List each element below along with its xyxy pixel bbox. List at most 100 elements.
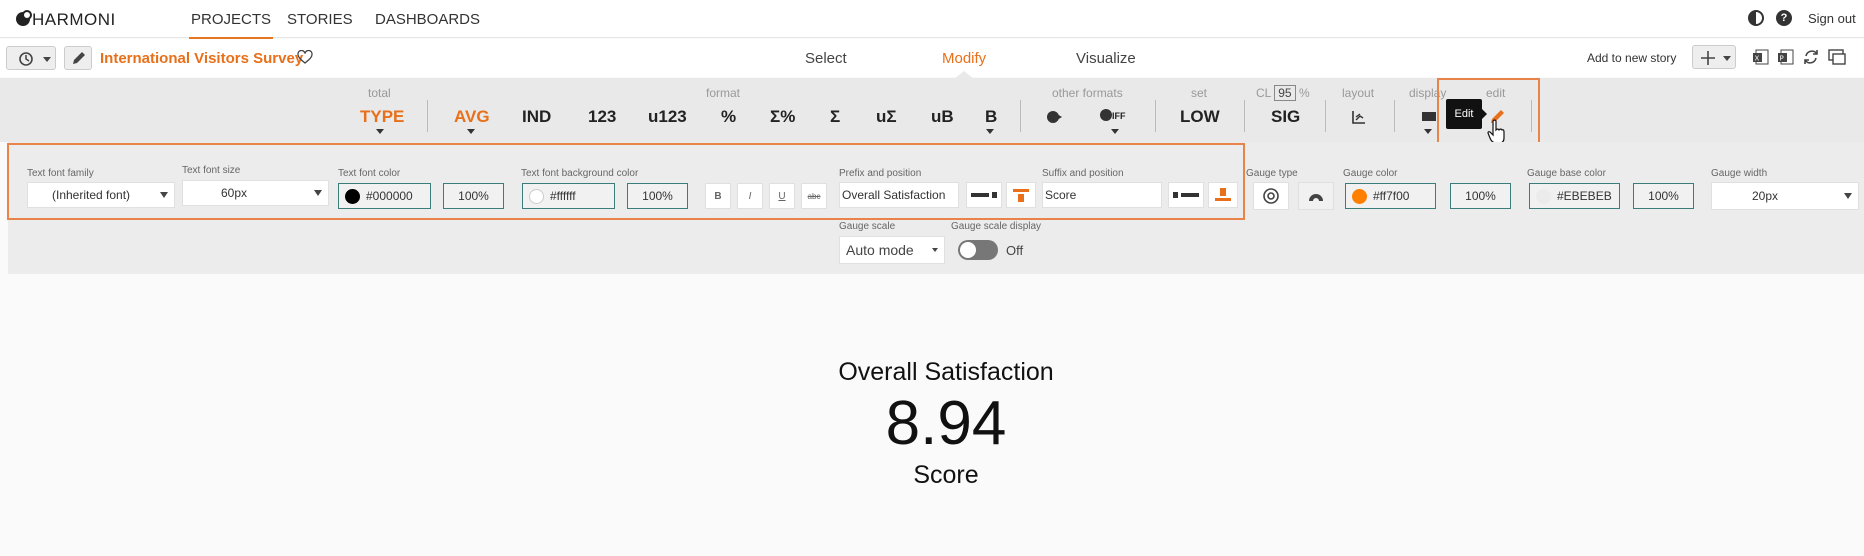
mode-select[interactable]: Select (805, 50, 847, 67)
half-gauge-icon (1309, 194, 1323, 201)
type-button[interactable]: TYPE (360, 107, 404, 127)
diff-icon (1100, 109, 1112, 121)
gauge-type-circle-button[interactable] (1253, 182, 1289, 210)
gauge-color-picker[interactable]: #ff7f00 (1345, 183, 1436, 209)
type-dropdown-icon[interactable] (376, 129, 384, 134)
chart-overlay-icon[interactable] (1045, 108, 1063, 126)
display-dropdown-icon[interactable] (1424, 129, 1432, 134)
present-icon[interactable] (1827, 48, 1847, 66)
tab-projects[interactable]: PROJECTS (188, 11, 274, 39)
avg-dropdown-icon[interactable] (467, 129, 475, 134)
unweighted-count-button[interactable]: u123 (648, 107, 687, 127)
toggle-knob (960, 242, 976, 258)
logo-icon (16, 10, 32, 26)
project-title[interactable]: International Visitors Survey (100, 50, 303, 67)
inline-position-icon (1173, 192, 1199, 198)
tab-dashboards[interactable]: DASHBOARDS (375, 11, 480, 28)
text-font-opacity-input[interactable]: 100% (443, 183, 504, 209)
low-button[interactable]: LOW (1180, 107, 1220, 127)
prefix-position-inline-button[interactable] (966, 182, 1002, 208)
diff-button[interactable]: IFF (1100, 109, 1126, 121)
mode-visualize[interactable]: Visualize (1076, 50, 1136, 67)
mode-modify[interactable]: Modify (942, 50, 986, 67)
prefix-position-above-button[interactable] (1006, 182, 1036, 208)
ind-button[interactable]: IND (522, 107, 551, 127)
count-button[interactable]: 123 (588, 107, 616, 127)
group-label-cl: CL 95 % (1256, 85, 1310, 101)
kpi-prefix: Overall Satisfaction (838, 358, 1054, 386)
add-button[interactable] (1692, 45, 1736, 69)
color-swatch (1536, 188, 1551, 204)
layout-icon[interactable] (1350, 108, 1368, 126)
separator (1155, 100, 1156, 132)
add-to-story-link[interactable]: Add to new story (1587, 51, 1676, 65)
base-button[interactable]: B (985, 107, 997, 127)
text-font-family-select[interactable]: (Inherited font) (27, 182, 175, 208)
text-font-color-picker[interactable]: #000000 (338, 183, 431, 209)
text-font-bg-color-label: Text font background color (521, 168, 639, 179)
gauge-scale-display-toggle[interactable] (958, 240, 998, 260)
gauge-width-select[interactable]: 20px (1711, 182, 1859, 210)
tab-stories[interactable]: STORIES (287, 11, 353, 28)
text-font-family-value: (Inherited font) (52, 188, 131, 202)
strikethrough-button[interactable]: abc (801, 183, 827, 209)
gauge-type-half-button[interactable] (1298, 182, 1334, 210)
text-font-color-value: #000000 (366, 189, 413, 203)
separator (1394, 100, 1395, 132)
logo-text: HARMONI (32, 10, 116, 29)
text-font-bg-color-picker[interactable]: #ffffff (522, 183, 615, 209)
unweighted-base-button[interactable]: uB (931, 107, 954, 127)
refresh-icon[interactable] (1802, 48, 1820, 66)
gauge-scale-display-state: Off (1006, 243, 1024, 258)
rename-button[interactable] (64, 46, 92, 70)
underline-button[interactable]: U (769, 183, 795, 209)
group-label-other-formats: other formats (1052, 86, 1123, 100)
sign-out-link[interactable]: Sign out (1808, 11, 1856, 26)
chevron-down-icon (160, 192, 168, 198)
group-label-set: set (1191, 86, 1208, 100)
history-icon (19, 52, 51, 66)
gauge-opacity-input[interactable]: 100% (1450, 183, 1511, 209)
sig-button[interactable]: SIG (1271, 107, 1300, 127)
chevron-down-icon (314, 190, 322, 196)
chevron-down-icon (1844, 193, 1852, 199)
percent-button[interactable]: % (721, 107, 736, 127)
avg-button[interactable]: AVG (454, 107, 490, 127)
gauge-scale-select[interactable]: Auto mode (839, 236, 945, 264)
italic-button[interactable]: I (737, 183, 763, 209)
gauge-scale-display-label: Gauge scale display (951, 221, 1042, 232)
gauge-scale-label: Gauge scale (839, 221, 896, 232)
gauge-base-opacity-input[interactable]: 100% (1633, 183, 1694, 209)
cl-prefix: CL (1256, 86, 1271, 100)
diff-dropdown-icon[interactable] (1111, 129, 1119, 134)
suffix-position-inline-button[interactable] (1168, 182, 1204, 208)
above-position-icon (1013, 189, 1029, 202)
circle-gauge-icon (1263, 188, 1279, 204)
color-swatch (345, 188, 360, 204)
text-font-bg-opacity-input[interactable]: 100% (627, 183, 688, 209)
sum-button[interactable]: Σ (830, 107, 840, 127)
prefix-label: Prefix and position (839, 168, 922, 179)
harmoni-logo[interactable]: HARMONI (16, 10, 116, 30)
favorite-heart-icon[interactable] (297, 50, 313, 65)
suffix-position-below-button[interactable] (1208, 182, 1238, 208)
base-dropdown-icon[interactable] (986, 129, 994, 134)
contrast-icon[interactable] (1748, 10, 1764, 26)
svg-text:P: P (1780, 55, 1784, 63)
pencil-icon (73, 52, 85, 64)
history-button[interactable] (6, 46, 56, 70)
sum-percent-button[interactable]: Σ% (770, 107, 795, 127)
gauge-base-color-picker[interactable]: #EBEBEB (1529, 183, 1620, 209)
unweighted-sum-button[interactable]: uΣ (876, 107, 897, 127)
suffix-input[interactable]: Score (1042, 182, 1162, 208)
text-font-size-value: 60px (221, 186, 248, 200)
help-icon[interactable]: ? (1776, 10, 1792, 26)
prefix-input[interactable]: Overall Satisfaction (839, 182, 959, 208)
kpi-value: 8.94 (885, 389, 1007, 458)
bold-button[interactable]: B (705, 183, 731, 209)
powerpoint-icon[interactable]: P (1777, 48, 1795, 66)
text-font-size-select[interactable]: 60px (182, 180, 329, 206)
cl-value-input[interactable]: 95 (1274, 85, 1296, 101)
excel-icon[interactable]: X (1752, 48, 1770, 66)
plus-icon (1701, 51, 1731, 65)
